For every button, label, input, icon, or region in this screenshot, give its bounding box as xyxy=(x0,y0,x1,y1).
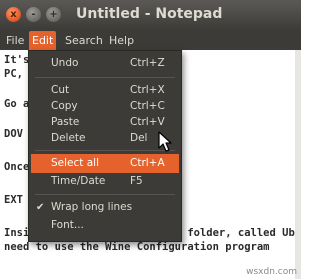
menu-item-label: Delete xyxy=(51,132,86,144)
maximize-icon[interactable]: + xyxy=(46,7,61,22)
menu-item-select-all[interactable]: Select all Ctrl+A xyxy=(31,154,179,173)
checkmark-icon: ✔ xyxy=(36,202,45,213)
minimize-icon[interactable]: - xyxy=(26,7,41,22)
watermark: wsxdn.com xyxy=(246,267,297,277)
menu-bar: File Edit Search Help xyxy=(0,31,301,50)
window-title: Untitled - Notepad xyxy=(76,6,223,22)
menu-separator xyxy=(35,194,175,195)
menu-item-label: Time/Date xyxy=(51,175,106,187)
menu-edit[interactable]: Edit xyxy=(29,31,57,50)
menu-separator xyxy=(35,150,175,151)
menu-item-wrap-long-lines[interactable]: ✔ Wrap long lines xyxy=(31,198,179,217)
menu-item-label: Wrap long lines xyxy=(51,201,133,213)
menu-item-label: Undo xyxy=(51,57,79,69)
notepad-window: x - + Untitled - Notepad File Edit Searc… xyxy=(0,0,301,279)
title-bar: x - + Untitled - Notepad xyxy=(0,0,301,31)
menu-item-accel: F5 xyxy=(130,175,143,187)
menu-item-accel: Ctrl+Z xyxy=(130,57,165,69)
doc-line: EXT xyxy=(4,194,23,206)
menu-help[interactable]: Help xyxy=(106,31,137,50)
menu-item-label: Select all xyxy=(51,157,99,169)
menu-item-accel: Ctrl+A xyxy=(130,157,165,169)
menu-item-time-date[interactable]: Time/Date F5 xyxy=(31,172,179,191)
menu-item-font[interactable]: Font... xyxy=(31,216,179,235)
menu-file[interactable]: File xyxy=(3,31,27,50)
menu-item-undo[interactable]: Undo Ctrl+Z xyxy=(31,54,179,73)
menu-separator xyxy=(35,77,175,78)
doc-line: need to use the Wine Configuration progr… xyxy=(4,241,270,253)
close-icon[interactable]: x xyxy=(6,7,21,22)
menu-search[interactable]: Search xyxy=(62,31,106,50)
menu-item-accel: Del xyxy=(130,132,148,144)
mouse-pointer-icon xyxy=(158,131,172,152)
menu-item-delete[interactable]: Delete Del xyxy=(31,129,179,148)
menu-item-label: Font... xyxy=(51,219,84,231)
scrollbar[interactable] xyxy=(295,50,301,279)
